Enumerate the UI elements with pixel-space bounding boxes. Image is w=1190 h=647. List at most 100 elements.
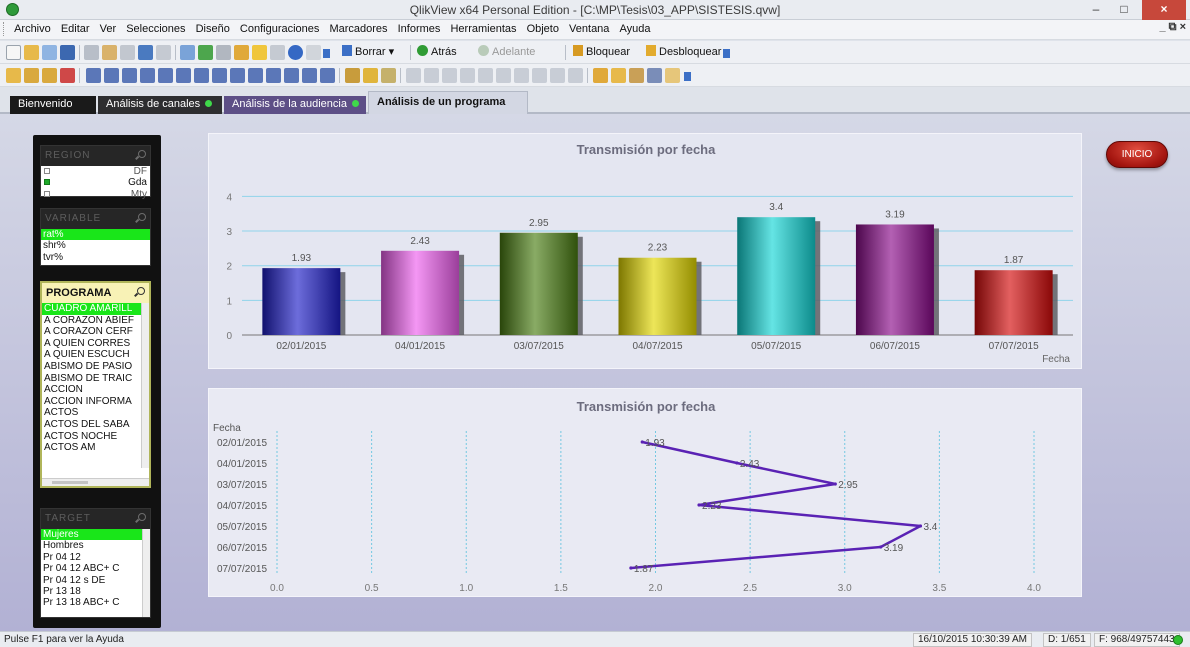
sheet-properties-icon[interactable] bbox=[60, 68, 75, 83]
menu-selecciones[interactable]: Selecciones bbox=[122, 20, 188, 39]
list-item[interactable]: ACTOS DEL SABA bbox=[42, 419, 149, 431]
list-item[interactable]: A CORAZON CERF bbox=[42, 326, 149, 338]
list-item[interactable]: ACTOS NOCHE bbox=[42, 431, 149, 443]
space-horizontal-icon[interactable] bbox=[514, 68, 529, 83]
list-item[interactable]: shr% bbox=[41, 240, 150, 251]
align-left-icon[interactable] bbox=[406, 68, 421, 83]
share-icon[interactable] bbox=[42, 45, 57, 60]
line-arrow-icon[interactable] bbox=[248, 68, 263, 83]
undo-icon[interactable] bbox=[138, 45, 153, 60]
bookmark-star-icon[interactable] bbox=[252, 45, 267, 60]
list-item[interactable]: A QUIEN CORRES bbox=[42, 338, 149, 350]
list-item[interactable]: Pr 04 12 s DE bbox=[41, 575, 150, 586]
tab-analisis-audiencia[interactable]: Análisis de la audiencia bbox=[224, 96, 366, 114]
list-item[interactable]: A CORAZON ABIEF bbox=[42, 315, 149, 327]
list-item[interactable]: ABISMO DE TRAIC bbox=[42, 373, 149, 385]
current-selections-icon[interactable] bbox=[194, 68, 209, 83]
listbox-header[interactable]: PROGRAMA bbox=[42, 283, 149, 303]
search-icon[interactable] bbox=[180, 45, 195, 60]
list-item[interactable]: Pr 04 12 bbox=[41, 552, 150, 563]
menu-marcadores[interactable]: Marcadores bbox=[325, 20, 390, 39]
back-button[interactable]: Atrás bbox=[417, 45, 457, 60]
align-right-icon[interactable] bbox=[442, 68, 457, 83]
new-document-icon[interactable] bbox=[6, 45, 21, 60]
align-middle-icon[interactable] bbox=[478, 68, 493, 83]
tab-bienvenido[interactable]: Bienvenido bbox=[10, 96, 96, 114]
align-bottom-icon[interactable] bbox=[460, 68, 475, 83]
restore-button[interactable]: □ bbox=[1110, 0, 1138, 20]
align-center-icon[interactable] bbox=[424, 68, 439, 83]
menu-editar[interactable]: Editar bbox=[57, 20, 93, 39]
list-item[interactable]: Mujeres bbox=[41, 529, 150, 541]
format-painter-icon[interactable] bbox=[363, 68, 378, 83]
lock-button[interactable]: Bloquear bbox=[573, 45, 630, 60]
multibox-icon[interactable] bbox=[122, 68, 137, 83]
bookmark-object-icon[interactable] bbox=[284, 68, 299, 83]
properties-icon[interactable] bbox=[216, 45, 231, 60]
statistics-box-icon[interactable] bbox=[104, 68, 119, 83]
adjust-top-icon[interactable] bbox=[550, 68, 565, 83]
list-item[interactable]: Gda bbox=[41, 177, 150, 188]
pin-icon[interactable] bbox=[381, 68, 396, 83]
list-item[interactable]: Pr 04 12 ABC+ C bbox=[41, 563, 150, 574]
list-item[interactable]: ACTOS bbox=[42, 407, 149, 419]
list-item[interactable]: DF bbox=[41, 166, 150, 177]
list-item[interactable]: Hombres bbox=[41, 540, 150, 551]
save-icon[interactable] bbox=[60, 45, 75, 60]
new-sheet-icon[interactable] bbox=[6, 68, 21, 83]
horizontal-scrollbar[interactable] bbox=[42, 478, 149, 486]
toolbar-overflow-icon[interactable] bbox=[723, 49, 730, 58]
listbox-header[interactable]: TARGET bbox=[41, 509, 150, 529]
sheet-settings-icon[interactable] bbox=[611, 68, 626, 83]
list-item[interactable]: ACTOS AM bbox=[42, 442, 149, 454]
vertical-scrollbar[interactable] bbox=[141, 303, 149, 468]
mdi-window-controls[interactable]: _ ⧉ × bbox=[1159, 21, 1186, 34]
bar-chart-transmision-por-fecha[interactable]: Transmisión por fecha 0 1 2 3 4 1.93 02/01/2015… bbox=[208, 133, 1082, 369]
menu-ayuda[interactable]: Ayuda bbox=[615, 20, 653, 39]
context-help-icon[interactable] bbox=[306, 45, 321, 60]
container-icon[interactable] bbox=[320, 68, 335, 83]
inicio-button[interactable]: INICIO bbox=[1106, 141, 1168, 168]
clear-button[interactable]: Borrar ▾ bbox=[342, 45, 394, 60]
list-item[interactable]: ACCION bbox=[42, 384, 149, 396]
reload-icon[interactable] bbox=[665, 68, 680, 83]
listbox-icon[interactable] bbox=[86, 68, 101, 83]
search-icon[interactable] bbox=[138, 150, 146, 158]
table-viewer-icon[interactable] bbox=[647, 68, 662, 83]
listbox-target[interactable]: TARGET Mujeres Hombres Pr 04 12 Pr 04 12… bbox=[40, 508, 151, 618]
print-icon[interactable] bbox=[84, 45, 99, 60]
list-item[interactable]: ACCION INFORMA bbox=[42, 396, 149, 408]
export-icon[interactable] bbox=[120, 45, 135, 60]
space-vertical-icon[interactable] bbox=[532, 68, 547, 83]
button-object-icon[interactable] bbox=[212, 68, 227, 83]
chart-icon[interactable] bbox=[158, 68, 173, 83]
align-top-icon[interactable] bbox=[496, 68, 511, 83]
list-item[interactable]: A QUIEN ESCUCH bbox=[42, 349, 149, 361]
demote-sheet-icon[interactable] bbox=[42, 68, 57, 83]
unlock-button[interactable]: Desbloquear bbox=[646, 45, 721, 60]
line-chart-transmision-por-fecha[interactable]: Transmisión por fecha Fecha 0.0 0.5 1.0 1.5 2.… bbox=[208, 388, 1082, 597]
listbox-region[interactable]: REGION DF Gda Mty bbox=[40, 145, 151, 200]
menu-objeto[interactable]: Objeto bbox=[523, 20, 562, 39]
tab-analisis-programa[interactable]: Análisis de un programa bbox=[368, 91, 528, 115]
list-item[interactable]: ABISMO DE PASIO bbox=[42, 361, 149, 373]
search-icon[interactable] bbox=[137, 287, 145, 295]
edit-module-icon[interactable] bbox=[629, 68, 644, 83]
menu-diseno[interactable]: Diseño bbox=[192, 20, 233, 39]
adjust-left-icon[interactable] bbox=[568, 68, 583, 83]
redo-icon[interactable] bbox=[156, 45, 171, 60]
list-item[interactable]: Pr 13 18 bbox=[41, 586, 150, 597]
listbox-header[interactable]: REGION bbox=[41, 146, 150, 166]
menu-archivo[interactable]: Archivo bbox=[10, 20, 54, 39]
list-item[interactable]: Pr 13 18 ABC+ C bbox=[41, 597, 150, 608]
open-folder-icon[interactable] bbox=[24, 45, 39, 60]
menu-configuraciones[interactable]: Configuraciones bbox=[236, 20, 323, 39]
listbox-programa[interactable]: PROGRAMA CUADRO AMARILL A CORAZON ABIEF … bbox=[40, 281, 151, 488]
toolbar-overflow-icon[interactable] bbox=[323, 49, 330, 58]
vertical-scrollbar[interactable] bbox=[142, 529, 150, 617]
list-item[interactable]: tvr% bbox=[41, 252, 150, 263]
close-button[interactable]: × bbox=[1142, 0, 1186, 20]
search-icon[interactable] bbox=[138, 213, 146, 221]
listbox-header[interactable]: VARIABLE bbox=[41, 209, 150, 229]
menu-informes[interactable]: Informes bbox=[394, 20, 444, 39]
